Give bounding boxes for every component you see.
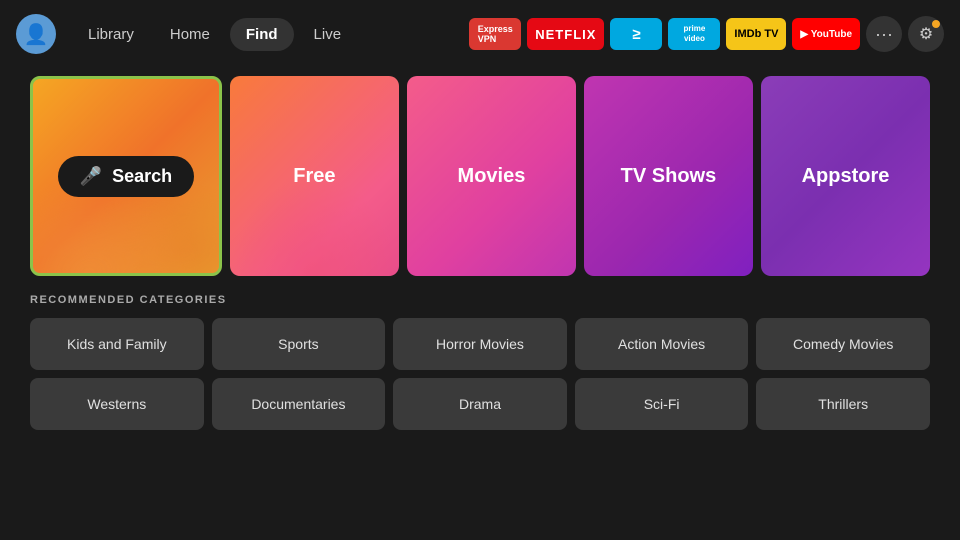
category-thrillers[interactable]: Thrillers: [756, 378, 930, 430]
netflix-icon[interactable]: NETFLIX: [527, 18, 604, 50]
nav-live[interactable]: Live: [298, 18, 358, 51]
category-comedy-movies[interactable]: Comedy Movies: [756, 318, 930, 370]
nav-library[interactable]: Library: [72, 18, 150, 51]
category-drama[interactable]: Drama: [393, 378, 567, 430]
category-documentaries[interactable]: Documentaries: [212, 378, 386, 430]
settings-button[interactable]: ⚙: [908, 16, 944, 52]
free-label: Free: [293, 165, 335, 188]
category-westerns[interactable]: Westerns: [30, 378, 204, 430]
youtube-icon[interactable]: ▶ YouTube: [792, 18, 860, 50]
expressvpn-icon[interactable]: ExpressVPN: [469, 18, 521, 50]
appstore-tile[interactable]: Appstore: [761, 76, 930, 276]
free-tile-wave: [230, 176, 399, 276]
settings-notification-dot: [932, 20, 940, 28]
main-content: 🎤 Search Free Movies TV Shows Appstore R…: [0, 68, 960, 430]
tvshows-label: TV Shows: [621, 165, 717, 188]
appstore-label: Appstore: [802, 165, 890, 188]
freevee-icon[interactable]: ≥: [610, 18, 662, 50]
imdb-icon[interactable]: IMDb TV: [726, 18, 786, 50]
nav-find[interactable]: Find: [230, 18, 294, 51]
nav-home[interactable]: Home: [154, 18, 226, 51]
category-grid: Kids and Family Sports Horror Movies Act…: [30, 318, 930, 430]
user-icon: 👤: [24, 22, 49, 47]
nav-links: Library Home Find Live: [72, 18, 357, 51]
category-scifi[interactable]: Sci-Fi: [575, 378, 749, 430]
avatar[interactable]: 👤: [16, 14, 56, 54]
search-label: Search: [112, 166, 172, 187]
category-kids-family[interactable]: Kids and Family: [30, 318, 204, 370]
search-button[interactable]: 🎤 Search: [58, 156, 194, 197]
search-tile[interactable]: 🎤 Search: [30, 76, 222, 276]
categories-section: RECOMMENDED CATEGORIES Kids and Family S…: [30, 294, 930, 430]
free-tile[interactable]: Free: [230, 76, 399, 276]
feature-tiles: 🎤 Search Free Movies TV Shows Appstore: [30, 76, 930, 276]
category-action-movies[interactable]: Action Movies: [575, 318, 749, 370]
header: 👤 Library Home Find Live ExpressVPN NETF…: [0, 0, 960, 68]
movies-tile[interactable]: Movies: [407, 76, 576, 276]
tvshows-tile[interactable]: TV Shows: [584, 76, 753, 276]
categories-title: RECOMMENDED CATEGORIES: [30, 294, 930, 306]
category-sports[interactable]: Sports: [212, 318, 386, 370]
app-icons-bar: ExpressVPN NETFLIX ≥ primevideo IMDb TV …: [469, 16, 944, 52]
more-apps-button[interactable]: ···: [866, 16, 902, 52]
category-horror-movies[interactable]: Horror Movies: [393, 318, 567, 370]
mic-icon: 🎤: [80, 166, 102, 187]
movies-label: Movies: [458, 165, 526, 188]
prime-video-icon[interactable]: primevideo: [668, 18, 720, 50]
